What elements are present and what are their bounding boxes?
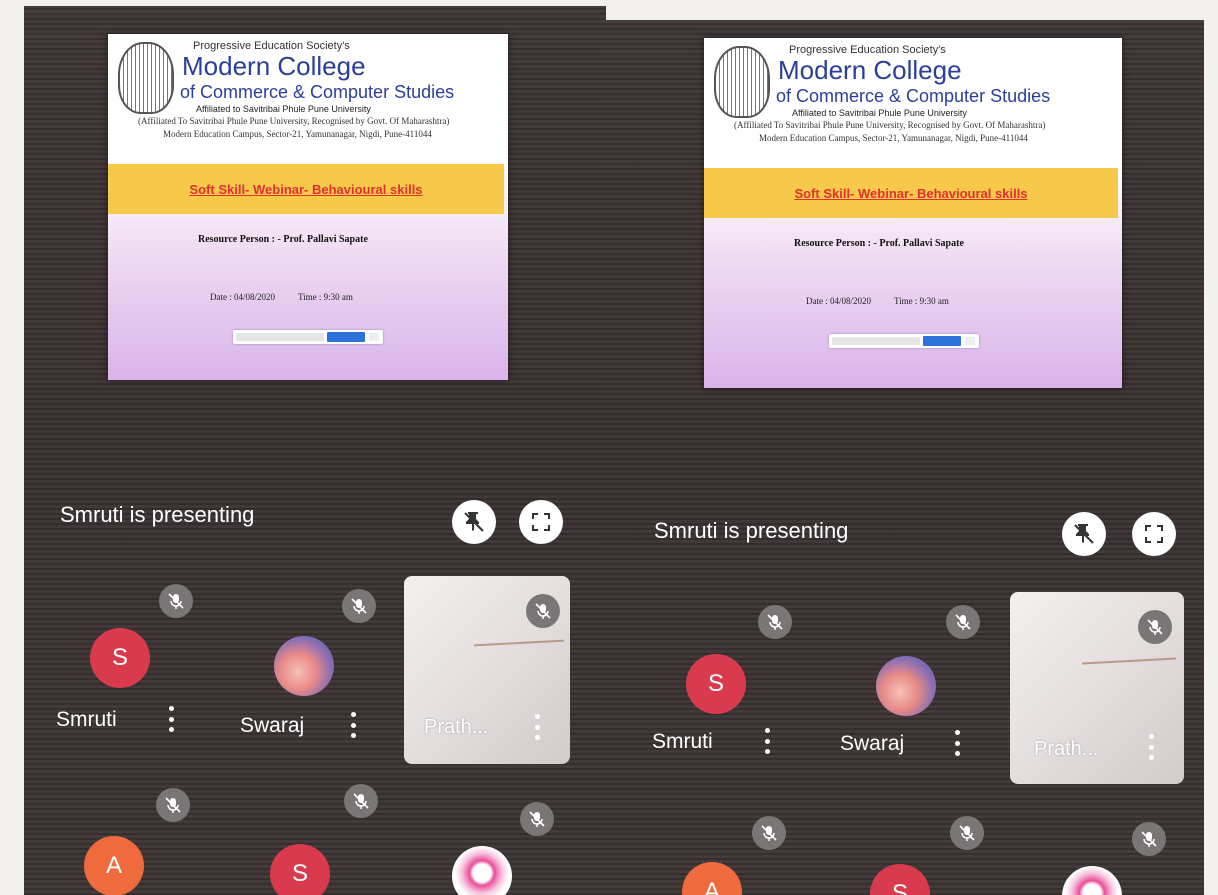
fullscreen-icon (1145, 525, 1163, 543)
mic-off-icon (168, 593, 184, 609)
college-address: Modern Education Campus, Sector-21, Yamu… (163, 129, 432, 139)
participant-name: Prath... (424, 716, 489, 738)
participant-avatar: A (682, 862, 742, 895)
participant-name: Smruti (56, 708, 117, 731)
mic-off-icon (955, 614, 971, 630)
participant-video-tile[interactable]: Prath... (1010, 592, 1184, 784)
mic-off-icon (1147, 619, 1163, 635)
presenting-label: Smruti is presenting (60, 502, 255, 527)
mic-off-icon (353, 793, 369, 809)
webinar-title: Soft Skill- Webinar- Behavioural skills (189, 181, 423, 197)
college-address: Modern Education Campus, Sector-21, Yamu… (759, 133, 1028, 143)
more-options-button[interactable] (168, 706, 174, 732)
participant-avatar (876, 656, 936, 716)
affiliation-detail: (Affiliated To Savitribai Phule Pune Uni… (734, 120, 1046, 130)
more-options-button[interactable] (534, 714, 540, 740)
college-subtitle: of Commerce & Computer Studies (180, 82, 455, 102)
participant-avatar: A (84, 836, 144, 895)
affiliation: Affiliated to Savitribai Phule Pune Univ… (792, 108, 967, 118)
participant-avatar: S (870, 864, 930, 895)
unpin-button[interactable] (452, 500, 496, 544)
mic-off-indicator (526, 594, 560, 628)
participant-avatar: S (686, 654, 746, 714)
participant-name: Swaraj (840, 732, 905, 755)
unpin-icon (464, 512, 484, 532)
mic-off-icon (767, 614, 783, 630)
fullscreen-icon (532, 513, 550, 531)
more-options-button[interactable] (1148, 734, 1154, 760)
mic-off-indicator (946, 605, 980, 639)
college-subtitle: of Commerce & Computer Studies (776, 86, 1051, 106)
hide-button[interactable] (369, 333, 379, 341)
mic-off-icon (1141, 831, 1157, 847)
participant-avatar (452, 846, 512, 895)
meeting-screen-right: Progressive Education Society's Modern C… (600, 20, 1204, 895)
fullscreen-button[interactable] (519, 500, 563, 544)
webinar-banner: Soft Skill- Webinar- Behavioural skills (704, 168, 1118, 218)
participant-name: Prath... (1034, 738, 1099, 760)
webinar-time: Time : 9:30 am (298, 292, 353, 302)
resource-person: Resource Person : - Prof. Pallavi Sapate (794, 238, 964, 249)
college-name: Modern College (778, 55, 962, 85)
participant-avatar (274, 636, 334, 696)
more-options-button[interactable] (954, 730, 960, 756)
mic-off-indicator (344, 784, 378, 818)
mic-off-indicator (1138, 610, 1172, 644)
webinar-date: Date : 04/08/2020 (210, 292, 275, 302)
meeting-screen-left: Progressive Education Society's Modern C… (24, 6, 606, 895)
mic-off-indicator (1132, 822, 1166, 856)
webinar-time: Time : 9:30 am (894, 296, 949, 306)
participant-video-tile[interactable]: Prath... (404, 576, 570, 764)
more-options-button[interactable] (764, 728, 770, 754)
webinar-banner: Soft Skill- Webinar- Behavioural skills (108, 164, 504, 214)
mic-off-indicator (950, 816, 984, 850)
college-name: Modern College (182, 51, 366, 81)
mic-off-icon (535, 603, 551, 619)
participant-name: Swaraj (240, 714, 305, 737)
hide-button[interactable] (965, 337, 975, 345)
mic-off-indicator (520, 802, 554, 836)
presentation-slide: Progressive Education Society's Modern C… (704, 38, 1122, 388)
mic-off-indicator (342, 589, 376, 623)
webinar-date: Date : 04/08/2020 (806, 296, 871, 306)
participant-avatar: S (90, 628, 150, 688)
mic-off-icon (959, 825, 975, 841)
webinar-title: Soft Skill- Webinar- Behavioural skills (794, 185, 1028, 201)
participant-avatar: S (270, 844, 330, 895)
unpin-button[interactable] (1062, 512, 1106, 556)
mic-off-indicator (752, 816, 786, 850)
mic-off-icon (529, 811, 545, 827)
presentation-slide: Progressive Education Society's Modern C… (108, 34, 508, 380)
college-logo (714, 46, 770, 118)
affiliation: Affiliated to Savitribai Phule Pune Univ… (196, 104, 371, 114)
mic-off-indicator (156, 788, 190, 822)
mic-off-indicator (758, 605, 792, 639)
resource-person: Resource Person : - Prof. Pallavi Sapate (198, 234, 368, 245)
affiliation-detail: (Affiliated To Savitribai Phule Pune Uni… (138, 116, 450, 126)
unpin-icon (1074, 524, 1094, 544)
stop-sharing-button[interactable] (923, 336, 961, 346)
mic-off-icon (351, 598, 367, 614)
college-logo (118, 42, 174, 114)
stop-sharing-button[interactable] (327, 332, 365, 342)
sharing-notification-bar (829, 334, 979, 348)
presenting-label: Smruti is presenting (654, 518, 849, 543)
fullscreen-button[interactable] (1132, 512, 1176, 556)
participant-avatar (1062, 866, 1122, 895)
mic-off-indicator (159, 584, 193, 618)
mic-off-icon (165, 797, 181, 813)
participant-name: Smruti (652, 730, 713, 753)
mic-off-icon (761, 825, 777, 841)
sharing-notification-bar (233, 330, 383, 344)
more-options-button[interactable] (350, 712, 356, 738)
